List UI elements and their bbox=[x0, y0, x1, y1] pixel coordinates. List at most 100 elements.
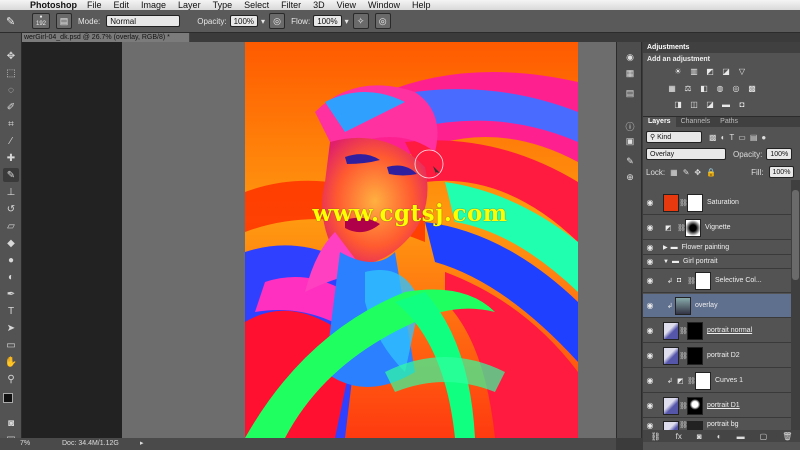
blend-mode-select[interactable]: Overlay bbox=[646, 148, 726, 160]
fill-input[interactable]: 100% bbox=[768, 166, 795, 178]
info-panel-icon[interactable]: ⓘ bbox=[623, 120, 637, 132]
layer-row-portrait-d1[interactable]: ◉ ⛓ portrait D1 bbox=[643, 394, 791, 418]
layer-name[interactable]: portrait normal bbox=[707, 327, 752, 334]
tab-channels[interactable]: Channels bbox=[676, 117, 716, 127]
vibrance-icon[interactable]: ▽ bbox=[737, 67, 747, 76]
pen-tool-icon[interactable]: ✒ bbox=[3, 287, 19, 301]
filter-adjustment-icon[interactable]: ◐ bbox=[721, 133, 726, 142]
pressure-opacity-icon[interactable]: ◎ bbox=[269, 13, 286, 29]
marquee-tool-icon[interactable]: ⬚ bbox=[3, 66, 19, 80]
levels-icon[interactable]: ▥ bbox=[689, 67, 699, 76]
menu-layer[interactable]: Layer bbox=[178, 0, 201, 10]
layer-row-portrait-d2[interactable]: ◉ ⛓ portrait D2 bbox=[643, 344, 791, 368]
layer-row-overlay[interactable]: ◉ ↲ overlay bbox=[643, 294, 791, 318]
opacity-dropdown-icon[interactable]: ▾ bbox=[261, 17, 265, 26]
layer-mask-thumbnail[interactable] bbox=[695, 271, 711, 290]
filter-pixel-icon[interactable]: ▩ bbox=[709, 133, 717, 142]
navigator-panel-icon[interactable]: ▣ bbox=[623, 136, 637, 148]
black-white-icon[interactable]: ◧ bbox=[699, 84, 709, 93]
brush-panel-icon[interactable]: ✎ bbox=[623, 156, 637, 168]
lasso-tool-icon[interactable]: ◌ bbox=[3, 83, 19, 97]
link-layers-icon[interactable]: ⛓ bbox=[651, 432, 661, 441]
layer-mask-thumbnail[interactable] bbox=[687, 346, 703, 365]
paint-bucket-tool-icon[interactable]: ◆ bbox=[3, 236, 19, 250]
visibility-eye-icon[interactable]: ◉ bbox=[643, 223, 657, 232]
brush-presets-icon[interactable]: ▤ bbox=[623, 88, 637, 100]
curves-icon[interactable]: ◩ bbox=[705, 67, 715, 76]
app-menu[interactable]: Photoshop bbox=[30, 0, 77, 10]
status-menu-arrow-icon[interactable]: ▸ bbox=[140, 438, 144, 450]
collapsed-arrow-icon[interactable]: ▶ bbox=[663, 244, 668, 251]
layer-mask-thumbnail[interactable] bbox=[695, 371, 711, 390]
tab-layers[interactable]: Layers bbox=[643, 117, 676, 127]
layer-name[interactable]: Curves 1 bbox=[715, 377, 743, 384]
filter-shape-icon[interactable]: ▭ bbox=[738, 133, 746, 142]
filter-smart-object-icon[interactable]: ▤ bbox=[750, 133, 758, 142]
photo-filter-icon[interactable]: ◍ bbox=[715, 84, 725, 93]
group-row-girl-portrait[interactable]: ◉ ▼ ▬ Girl portrait bbox=[643, 255, 791, 269]
history-brush-tool-icon[interactable]: ↺ bbox=[3, 202, 19, 216]
color-panel-icon[interactable]: ◉ bbox=[623, 52, 637, 64]
clone-stamp-tool-icon[interactable]: ⊥ bbox=[3, 185, 19, 199]
layer-name[interactable]: Girl portrait bbox=[683, 258, 718, 265]
layer-name[interactable]: portrait D2 bbox=[707, 352, 740, 359]
menu-edit[interactable]: Edit bbox=[114, 0, 130, 10]
add-mask-icon[interactable]: ◙ bbox=[697, 432, 702, 441]
adjustments-tab[interactable]: Adjustments bbox=[643, 42, 694, 53]
brightness-contrast-icon[interactable]: ☀ bbox=[673, 67, 683, 76]
pressure-size-icon[interactable]: ◎ bbox=[374, 13, 391, 29]
visibility-eye-icon[interactable]: ◉ bbox=[643, 351, 657, 360]
flow-dropdown-icon[interactable]: ▾ bbox=[345, 17, 349, 26]
crop-tool-icon[interactable]: ⌗ bbox=[3, 117, 19, 131]
menu-3d[interactable]: 3D bbox=[313, 0, 325, 10]
visibility-eye-icon[interactable]: ◉ bbox=[643, 326, 657, 335]
channel-mixer-icon[interactable]: ◎ bbox=[731, 84, 741, 93]
menu-type[interactable]: Type bbox=[213, 0, 233, 10]
layer-row-vignette[interactable]: ◉ ◩ ⛓ Vignette bbox=[643, 216, 791, 240]
visibility-eye-icon[interactable]: ◉ bbox=[643, 257, 657, 266]
move-tool-icon[interactable]: ✥ bbox=[3, 49, 19, 63]
visibility-eye-icon[interactable]: ◉ bbox=[643, 276, 657, 285]
flow-input[interactable]: 100% bbox=[313, 15, 342, 27]
clone-source-icon[interactable]: ⊕ bbox=[623, 172, 637, 184]
layer-row-portrait-normal[interactable]: ◉ ⛓ portrait normal bbox=[643, 319, 791, 343]
layer-row-curves-1[interactable]: ◉ ↲ ◩ ⛓ Curves 1 bbox=[643, 369, 791, 393]
layer-name[interactable]: Selective Col... bbox=[715, 277, 762, 284]
layer-name[interactable]: Saturation bbox=[707, 199, 739, 206]
color-lookup-icon[interactable]: ▩ bbox=[747, 84, 757, 93]
expanded-arrow-icon[interactable]: ▼ bbox=[663, 259, 669, 265]
hue-saturation-icon[interactable]: ▦ bbox=[667, 84, 677, 93]
layer-name[interactable]: portrait D1 bbox=[707, 402, 740, 409]
layer-name[interactable]: overlay bbox=[695, 302, 718, 309]
invert-icon[interactable]: ◨ bbox=[673, 100, 683, 109]
group-row-flower-painting[interactable]: ◉ ▶ ▬ Flower painting bbox=[643, 241, 791, 255]
visibility-eye-icon[interactable]: ◉ bbox=[643, 376, 657, 385]
blur-tool-icon[interactable]: ● bbox=[3, 253, 19, 267]
foreground-color-swatch[interactable] bbox=[3, 393, 13, 403]
layer-row-saturation[interactable]: ◉ ⛓ Saturation bbox=[643, 191, 791, 215]
menu-help[interactable]: Help bbox=[412, 0, 431, 10]
layer-style-icon[interactable]: fx bbox=[676, 432, 682, 441]
visibility-eye-icon[interactable]: ◉ bbox=[643, 198, 657, 207]
canvas[interactable] bbox=[245, 42, 578, 438]
quick-mask-icon[interactable]: ◙ bbox=[3, 416, 19, 430]
opacity-input[interactable]: 100% bbox=[229, 15, 259, 27]
selective-color-icon[interactable]: ◘ bbox=[737, 100, 747, 109]
shape-tool-icon[interactable]: ▭ bbox=[3, 338, 19, 352]
new-adjustment-layer-icon[interactable]: ◐ bbox=[717, 432, 722, 441]
document-tab[interactable]: werGirl-04_dk.psd @ 26.7% (overlay, RGB/… bbox=[22, 33, 190, 42]
menu-select[interactable]: Select bbox=[244, 0, 269, 10]
menu-image[interactable]: Image bbox=[141, 0, 166, 10]
brush-tool-icon[interactable]: ✎ bbox=[3, 168, 19, 182]
zoom-level[interactable]: 7% bbox=[20, 438, 30, 450]
filter-toggle-icon[interactable]: ● bbox=[761, 133, 766, 142]
brush-preset-picker[interactable]: ● 192 bbox=[32, 13, 50, 29]
visibility-eye-icon[interactable]: ◉ bbox=[643, 243, 657, 252]
type-tool-icon[interactable]: T bbox=[3, 304, 19, 318]
lock-image-icon[interactable]: ✎ bbox=[683, 168, 690, 177]
lock-position-icon[interactable]: ✥ bbox=[694, 168, 701, 177]
layer-thumbnail[interactable] bbox=[663, 346, 679, 365]
zoom-tool-icon[interactable]: ⚲ bbox=[3, 372, 19, 386]
layer-thumbnail[interactable] bbox=[663, 396, 679, 415]
eyedropper-tool-icon[interactable]: ⁄ bbox=[3, 134, 19, 148]
